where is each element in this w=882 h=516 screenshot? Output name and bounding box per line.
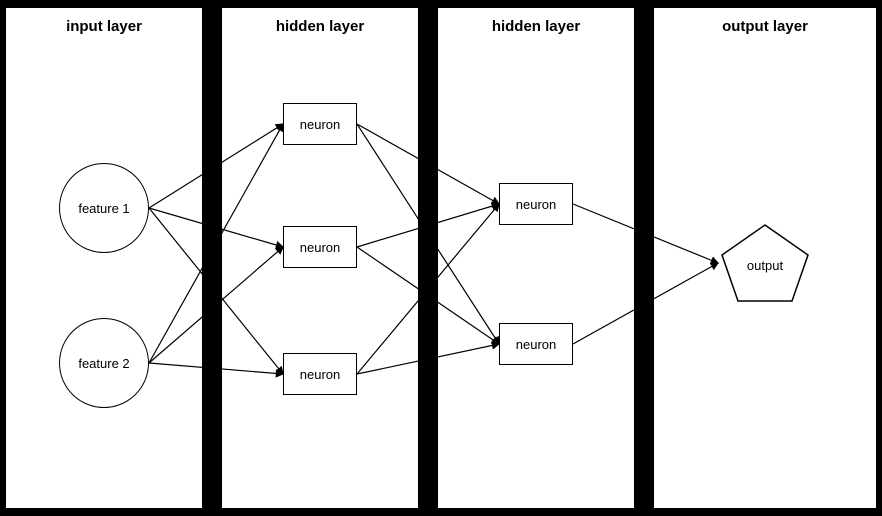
svg-text:output: output <box>747 258 784 273</box>
hidden-layer-2-title: hidden layer <box>438 8 634 35</box>
output-layer-title: output layer <box>654 8 876 35</box>
output-layer-panel: output layer output <box>654 8 876 508</box>
input-layer-panel: input layer feature 1 feature 2 <box>6 8 202 508</box>
output-node: output <box>720 223 810 303</box>
hidden2-neuron2: neuron <box>499 323 573 365</box>
feature-1-node: feature 1 <box>59 163 149 253</box>
hidden-layer-1-title: hidden layer <box>222 8 418 35</box>
hidden1-neuron1: neuron <box>283 103 357 145</box>
hidden-layer-2-panel: hidden layer neuron neuron <box>438 8 634 508</box>
hidden2-neuron1: neuron <box>499 183 573 225</box>
input-layer-title: input layer <box>6 8 202 35</box>
hidden1-neuron2: neuron <box>283 226 357 268</box>
hidden-layer-1-panel: hidden layer neuron neuron neuron <box>222 8 418 508</box>
hidden1-neuron3: neuron <box>283 353 357 395</box>
feature-2-node: feature 2 <box>59 318 149 408</box>
